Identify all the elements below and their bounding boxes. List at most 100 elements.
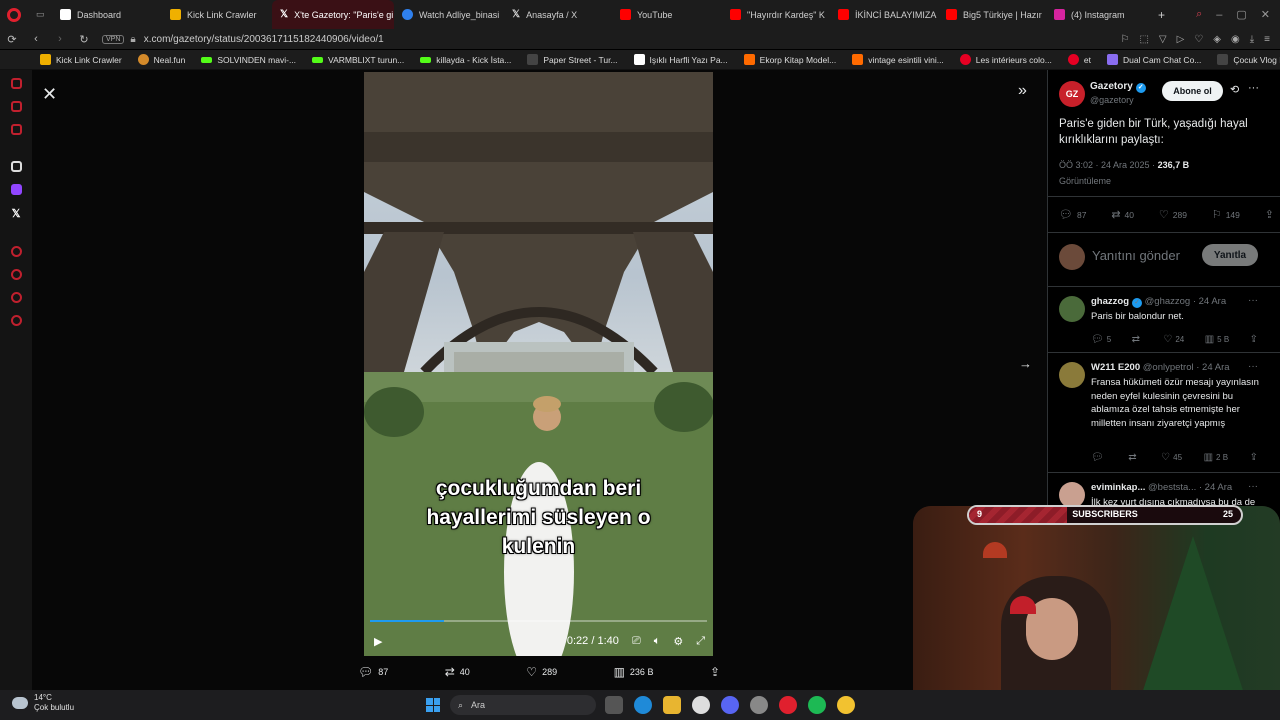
- more-options-icon[interactable]: ···: [1248, 82, 1259, 94]
- bookmark-item[interactable]: Les intérieurs colo...: [952, 54, 1060, 65]
- tab-overview-icon[interactable]: ▭: [28, 0, 52, 29]
- views-button[interactable]: ▥ 236 B: [614, 665, 654, 679]
- refresh-button[interactable]: ↻: [72, 33, 96, 46]
- comment-author[interactable]: eviminkap...: [1091, 482, 1145, 493]
- expand-panel-icon[interactable]: »: [1018, 82, 1027, 100]
- close-window-button[interactable]: ✕: [1261, 8, 1270, 21]
- captions-icon[interactable]: ⎚: [632, 635, 641, 648]
- tab-kick-link-crawler[interactable]: Kick Link Crawler: [162, 0, 272, 29]
- account-handle[interactable]: @gazetory: [1090, 95, 1134, 105]
- bookmark-item[interactable]: et: [1060, 54, 1099, 65]
- bookmark-item[interactable]: vintage esintili vini...: [844, 54, 952, 65]
- taskbar-search[interactable]: ⌕ Ara: [450, 695, 596, 715]
- messenger-icon[interactable]: [10, 101, 22, 112]
- reply-stat[interactable]: 💬︎ 87: [1059, 208, 1086, 221]
- search-tabs-icon[interactable]: ⌕: [1196, 8, 1202, 21]
- aria-icon[interactable]: [10, 78, 22, 89]
- share-button[interactable]: ⇪: [710, 665, 720, 679]
- tab-gazetory-active[interactable]: 𝕏 X'te Gazetory: "Paris'e gi: [272, 0, 394, 29]
- comment-views[interactable]: ▥ 2 B: [1204, 452, 1228, 463]
- task-view-icon[interactable]: [605, 696, 623, 714]
- edge-icon[interactable]: [634, 696, 652, 714]
- close-icon[interactable]: ✕: [42, 84, 57, 105]
- music-icon[interactable]: [10, 124, 22, 135]
- history-icon[interactable]: [10, 246, 22, 257]
- chrome-icon[interactable]: [837, 696, 855, 714]
- bookmark-item[interactable]: Paper Street - Tur...: [519, 54, 625, 65]
- share-stat[interactable]: ⇪: [1265, 208, 1274, 221]
- player-icon[interactable]: ▷: [1177, 34, 1185, 45]
- play-icon[interactable]: ▶: [374, 635, 382, 648]
- settings-gear-icon[interactable]: ⚙︎: [673, 635, 683, 648]
- windows-start-icon[interactable]: [426, 698, 440, 712]
- reply-input[interactable]: Yanıtını gönder: [1092, 248, 1180, 263]
- bookmark-item[interactable]: Çocuk Vlog Bingosu: [1209, 54, 1280, 65]
- download-icon[interactable]: ⤓: [1250, 34, 1254, 45]
- reload-icon[interactable]: ⟳: [0, 33, 24, 46]
- account-avatar[interactable]: GZ: [1059, 81, 1085, 107]
- bookmark-item[interactable]: Neal.fun: [130, 54, 194, 65]
- fullscreen-icon[interactable]: ⤢: [696, 635, 705, 648]
- tab-hayirdir[interactable]: "Hayırdır Kardeş" K: [722, 0, 830, 29]
- opera-logo-icon[interactable]: [0, 0, 28, 29]
- bookmark-item[interactable]: Ekorp Kitap Model...: [736, 54, 845, 65]
- comment-reply[interactable]: 💬︎: [1091, 452, 1107, 463]
- bookmark-item[interactable]: Işıklı Harfli Yazı Pa...: [626, 54, 736, 65]
- comment-like[interactable]: ♡ 45: [1161, 452, 1182, 463]
- file-explorer-icon[interactable]: [663, 696, 681, 714]
- maximize-button[interactable]: ▢: [1236, 8, 1246, 21]
- more-options-icon[interactable]: ···: [1248, 295, 1258, 306]
- bookmark-item[interactable]: killayda - Kick İsta...: [412, 55, 519, 65]
- comment-avatar[interactable]: [1059, 362, 1085, 388]
- spotify-icon[interactable]: [808, 696, 826, 714]
- bookmark-item[interactable]: VARMBLIXT turun...: [304, 55, 412, 65]
- tab-watch-adliye[interactable]: Watch Adliye_binasi: [394, 0, 504, 29]
- more-options-icon[interactable]: ···: [1248, 361, 1258, 372]
- settings-icon[interactable]: [10, 315, 22, 326]
- forward-button[interactable]: ›: [48, 33, 72, 45]
- comment-reply[interactable]: 💬︎ 5: [1091, 334, 1111, 345]
- video-progress-bar[interactable]: [370, 620, 707, 622]
- subscribe-button[interactable]: Abone ol: [1162, 81, 1223, 101]
- bookmark-stat[interactable]: ⚐ 149: [1212, 208, 1240, 221]
- comment-share[interactable]: ⇪: [1250, 452, 1261, 463]
- url-field[interactable]: x.com/gazetory/status/200361711518244090…: [144, 34, 384, 45]
- pocket-icon[interactable]: ▽: [1159, 34, 1167, 45]
- obs-icon[interactable]: [750, 696, 768, 714]
- like-stat[interactable]: ♡ 289: [1159, 208, 1187, 221]
- twitch-icon[interactable]: [10, 184, 22, 195]
- clock-icon[interactable]: [10, 269, 22, 280]
- x-sidebar-icon[interactable]: 𝕏: [12, 207, 21, 220]
- new-tab-button[interactable]: +: [1150, 0, 1174, 29]
- like-button[interactable]: ♡ 289: [526, 665, 557, 679]
- tab-big5[interactable]: Big5 Türkiye | Hazır: [938, 0, 1046, 29]
- bookmark-item[interactable]: SOLVINDEN mavi-...: [193, 55, 304, 65]
- more-options-icon[interactable]: ···: [1248, 481, 1258, 492]
- menu-icon[interactable]: ≡: [1264, 34, 1270, 45]
- comment-share[interactable]: ⇪: [1250, 334, 1261, 345]
- minimize-button[interactable]: –: [1216, 9, 1222, 21]
- grok-icon[interactable]: ⟲: [1230, 83, 1239, 96]
- tab-dashboard[interactable]: Dashboard: [52, 0, 162, 29]
- chat-icon[interactable]: [10, 292, 22, 303]
- tab-x-home[interactable]: 𝕏 Anasayfa / X: [504, 0, 612, 29]
- reply-button[interactable]: 💬︎ 87: [358, 665, 388, 679]
- extensions-icon[interactable]: ◈: [1213, 34, 1221, 45]
- comment-like[interactable]: ♡ 24: [1163, 334, 1184, 345]
- comment-author[interactable]: W211 E200: [1091, 362, 1140, 373]
- account-icon[interactable]: ◉: [1231, 34, 1240, 45]
- discord-icon[interactable]: [721, 696, 739, 714]
- repost-stat[interactable]: ⇄ 40: [1111, 208, 1134, 221]
- comment-repost[interactable]: ⇄: [1132, 334, 1143, 345]
- tab-balayi[interactable]: İKİNCİ BALAYIMIZA: [830, 0, 938, 29]
- reply-submit-button[interactable]: Yanıtla: [1202, 244, 1258, 266]
- bookmark-item[interactable]: Kick Link Crawler: [32, 54, 130, 65]
- opera-taskbar-icon[interactable]: [779, 696, 797, 714]
- comment-repost[interactable]: ⇄: [1128, 452, 1139, 463]
- volume-icon[interactable]: 🔈︎: [654, 635, 661, 648]
- heart-icon[interactable]: ♡: [1194, 34, 1203, 45]
- repost-button[interactable]: ⇄ 40: [445, 665, 470, 679]
- bookmark-icon[interactable]: ⚐: [1121, 34, 1130, 45]
- extension-sidebar-icon[interactable]: [10, 161, 22, 172]
- back-button[interactable]: ‹: [24, 33, 48, 45]
